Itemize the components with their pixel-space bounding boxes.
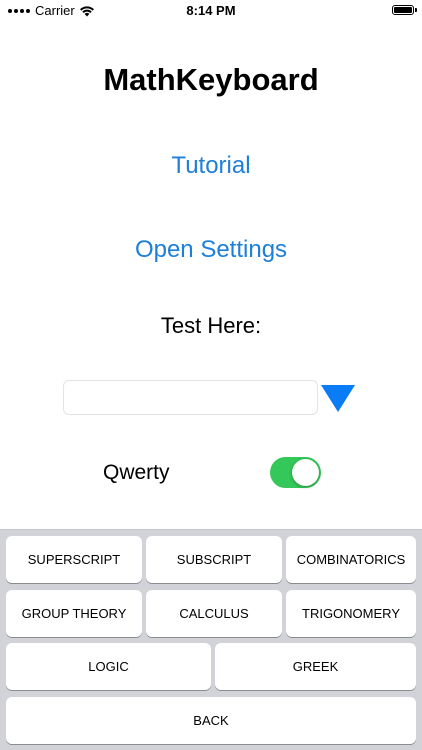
group-theory-key[interactable]: GROUP THEORY — [6, 590, 142, 637]
battery-tip — [415, 8, 417, 12]
status-time: 8:14 PM — [186, 3, 236, 18]
superscript-key[interactable]: SUPERSCRIPT — [6, 536, 142, 583]
test-here-label: Test Here: — [160, 313, 262, 338]
subscript-key[interactable]: SUBSCRIPT — [146, 536, 282, 583]
greek-key[interactable]: GREEK — [215, 643, 416, 690]
logic-key[interactable]: LOGIC — [6, 643, 211, 690]
open-settings-button[interactable]: Open Settings — [0, 236, 422, 264]
combinatorics-key[interactable]: COMBINATORICS — [286, 536, 416, 583]
back-key[interactable]: BACK — [6, 697, 416, 744]
trigonometry-key[interactable]: TRIGONOMERY — [286, 590, 416, 637]
qwerty-label: Qwerty — [103, 461, 170, 484]
triangle-down-icon — [321, 385, 355, 412]
test-input[interactable] — [63, 380, 318, 415]
tutorial-button[interactable]: Tutorial — [0, 152, 422, 180]
status-bar: Carrier 8:14 PM — [0, 0, 422, 22]
qwerty-toggle[interactable] — [270, 457, 321, 488]
battery-fill — [394, 7, 412, 13]
calculus-key[interactable]: CALCULUS — [146, 590, 282, 637]
app-title: MathKeyboard — [103, 62, 319, 97]
math-keyboard: SUPERSCRIPT SUBSCRIPT COMBINATORICS GROU… — [0, 529, 422, 750]
dropdown-button[interactable] — [321, 383, 355, 413]
toggle-knob — [292, 459, 319, 486]
battery-icon — [392, 5, 414, 15]
